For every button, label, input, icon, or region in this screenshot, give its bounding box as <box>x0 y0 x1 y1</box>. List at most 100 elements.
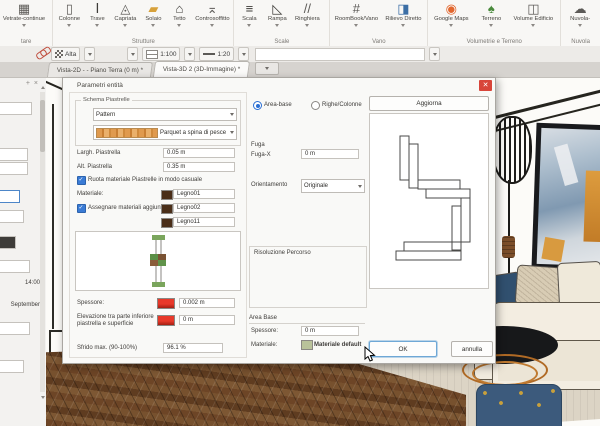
ribbon-button-volume-edificio[interactable]: ◫ Volume Edificio <box>509 2 557 38</box>
stairs-icon: ≡ <box>245 2 254 16</box>
chevron-down-icon <box>489 23 494 27</box>
extra-dropdown-button[interactable] <box>238 47 250 61</box>
ribbon-button-nuvola[interactable]: ☁ Nuvola- <box>562 2 598 38</box>
ruota-materiale-label: Ruota materiale Piastrelle in modo casua… <box>88 177 203 183</box>
panel-field[interactable] <box>0 210 24 223</box>
field-dropdown-button[interactable] <box>429 47 441 61</box>
ribbon-button-trave[interactable]: Ⅰ Trave <box>84 2 110 38</box>
materiale-default-label: Materiale default <box>314 342 362 348</box>
ribbon-button-controsoffitto[interactable]: ⌅ Controsoffitto <box>192 2 232 38</box>
survey-icon: ◨ <box>397 2 410 16</box>
pattern-select-value: Pattern <box>96 111 116 118</box>
chevron-down-icon <box>123 23 128 27</box>
ribbon-toolbar: ▦ Vetrate-continue tare ▯ Colonne Ⅰ Trav… <box>0 0 600 47</box>
pin-icon[interactable]: + <box>26 80 30 87</box>
ribbon-button-roombook-vano[interactable]: # RoomBook/Vano <box>331 2 381 38</box>
artwork-orange-shape <box>541 236 565 262</box>
panel-field[interactable] <box>0 148 28 161</box>
link-icon[interactable] <box>34 47 49 61</box>
railing-icon: // <box>303 2 311 16</box>
panel-field[interactable] <box>0 260 30 273</box>
assegnare-materiali-checkbox[interactable] <box>77 204 86 213</box>
chevron-down-icon <box>210 23 215 27</box>
ribbon-button-solaio[interactable]: ▰ Solaio <box>140 2 166 38</box>
panel-field[interactable] <box>0 162 28 175</box>
panel-field[interactable] <box>0 360 24 373</box>
scale-dropdown-button[interactable] <box>127 47 139 61</box>
quality-alta-button[interactable]: Alta <box>51 47 81 61</box>
ribbon-button-terreno[interactable]: ♠ Terreno <box>473 2 509 38</box>
ribbon-button-label: Terreno <box>481 16 502 22</box>
ribbon-button-rampa[interactable]: ◺ Rampa <box>263 2 291 38</box>
tab-list-dropdown-button[interactable] <box>255 62 280 75</box>
largh-piastrella-field[interactable]: 0.05 m <box>163 148 235 158</box>
righe-colonne-radio[interactable] <box>311 101 320 110</box>
scrollbar-thumb[interactable] <box>40 100 45 152</box>
scroll-down-arrow[interactable] <box>40 394 45 401</box>
spessore-field[interactable]: 0.002 m <box>179 298 235 308</box>
close-icon[interactable]: × <box>34 80 38 87</box>
panel-field[interactable] <box>0 102 32 115</box>
chevron-down-icon <box>275 23 280 27</box>
fuga-x-label: Fuga-X <box>251 152 271 158</box>
ruota-materiale-checkbox[interactable] <box>77 176 86 185</box>
texture-select[interactable]: Parquet a spina di pesce <box>93 125 237 140</box>
tab-vista-3d-immagine[interactable]: Vista-3D 2 (3D-Immagine) * <box>153 61 251 77</box>
ribbon-group-strutture: ▯ Colonne Ⅰ Trave ◬ Capriata ▰ Solaio ⌂ <box>53 0 235 46</box>
ribbon-group-label: Strutture <box>131 39 155 45</box>
pattern-select[interactable]: Pattern <box>93 108 237 121</box>
dialog-close-button[interactable]: ✕ <box>479 80 492 91</box>
annulla-button[interactable]: annulla <box>451 341 493 357</box>
sfrido-field[interactable]: 96.1 % <box>163 343 223 353</box>
materiale-field[interactable]: Legno01 <box>173 189 235 199</box>
quality-label: Alta <box>65 50 77 58</box>
drawing-scale-button[interactable]: 1:100 <box>142 47 181 61</box>
toolbar-text-field[interactable] <box>255 47 426 61</box>
materiale2-field[interactable]: Legno02 <box>173 203 235 213</box>
ribbon-button-google-maps[interactable]: ◉ Google Maps <box>429 2 473 38</box>
map-marker-icon: ◉ <box>445 2 458 16</box>
left-properties-panel: + × 14:00 September <box>0 78 47 426</box>
quality-dropdown-button[interactable] <box>84 47 96 61</box>
chevron-down-icon <box>449 23 454 27</box>
area-base-radio-label: Area-base <box>264 102 292 108</box>
ok-button[interactable]: OK <box>369 341 437 357</box>
ribbon-button-capriata[interactable]: ◬ Capriata <box>110 2 140 38</box>
elevazione-field[interactable]: 0 m <box>179 315 235 325</box>
spessore-label: Spessore: <box>77 300 105 306</box>
panel-toggle[interactable] <box>0 190 20 203</box>
ribbon-button-tetto[interactable]: ⌂ Tetto <box>166 2 192 38</box>
ribbon-button-label: Ringhiera <box>294 16 320 22</box>
line-scale-button[interactable]: 1:20 <box>199 47 235 61</box>
fuga-x-field[interactable]: 0 m <box>301 149 359 159</box>
ribbon-button-vetrate-continue[interactable]: ▦ Vetrate-continue <box>1 2 47 38</box>
panel-scrollbar[interactable] <box>40 92 45 392</box>
ribbon-button-colonne[interactable]: ▯ Colonne <box>54 2 84 38</box>
panel-header-icons[interactable]: + × <box>26 80 38 87</box>
ribbon-button-rilievo-diretto[interactable]: ◨ Rilievo Diretto <box>381 2 425 38</box>
dialog-title: Parametri entità <box>77 82 123 89</box>
panel-tool-icon[interactable] <box>0 236 16 249</box>
ribbon-group-label: Scale <box>274 39 290 45</box>
slab-icon: ▰ <box>148 2 159 16</box>
scroll-up-arrow[interactable] <box>40 84 45 91</box>
aggiorna-button[interactable]: Aggiorna <box>369 96 489 111</box>
panel-field[interactable] <box>0 322 30 335</box>
alt-piastrella-field[interactable]: 0.35 m <box>163 162 235 172</box>
quick-settings-toolbar: Alta 1:100 1:20 <box>0 46 600 63</box>
tab-vista-2d-piano-terra[interactable]: Vista-2D - - Piano Terra (0 m) * <box>46 62 154 77</box>
chevron-down-icon <box>354 23 359 27</box>
ribbon-group-nuvola: ☁ Nuvola- Nuvola <box>561 0 600 46</box>
ribbon-group-label: Volumetrie e Terreno <box>466 39 522 45</box>
ribbon-group-label: tare <box>21 39 32 45</box>
chevron-down-icon <box>87 52 92 56</box>
orientamento-select[interactable]: Originale <box>301 179 365 193</box>
ribbon-button-ringhiera[interactable]: // Ringhiera <box>291 2 323 38</box>
fuga-group-label: Fuga <box>251 142 265 148</box>
areabase-spessore-field[interactable]: 0 m <box>301 326 359 336</box>
line-scale-dropdown-button[interactable] <box>184 47 196 61</box>
area-base-radio[interactable] <box>253 101 262 110</box>
alt-piastrella-label: Alt. Piastrella <box>77 164 113 170</box>
materiale3-field[interactable]: Legno11 <box>173 217 235 227</box>
ribbon-button-scala[interactable]: ≡ Scala <box>235 2 263 38</box>
